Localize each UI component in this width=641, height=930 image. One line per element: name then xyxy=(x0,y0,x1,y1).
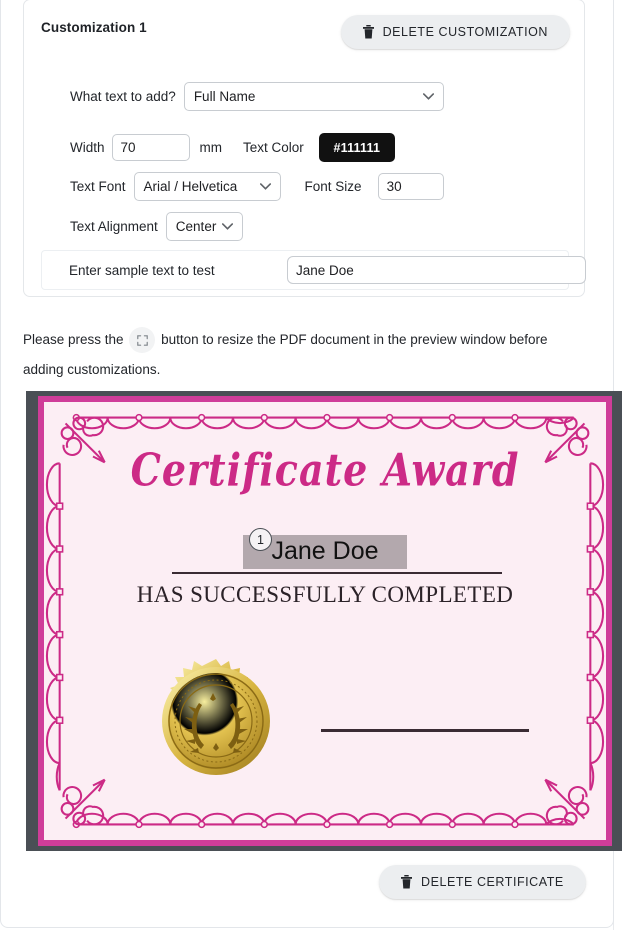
width-label: Width xyxy=(70,140,105,155)
delete-certificate-button[interactable]: DELETE CERTIFICATE xyxy=(379,865,586,899)
signature-rule xyxy=(321,729,529,732)
width-input[interactable] xyxy=(111,134,190,161)
text-alignment-value: Center xyxy=(175,219,217,234)
certificate-document: Certificate Award 1 Jane Doe HAS SUCCESS… xyxy=(38,396,612,846)
instruction-text: Please press the button to resize the PD… xyxy=(23,325,583,385)
width-unit-label: mm xyxy=(199,140,223,155)
gold-award-seal xyxy=(162,659,270,775)
trash-icon xyxy=(362,25,374,39)
font-size-input[interactable] xyxy=(377,173,444,200)
text-alignment-label: Text Alignment xyxy=(70,219,158,234)
font-size-row: Text Font Arial / Helvetica Font Size xyxy=(70,172,444,201)
sample-text-row: Enter sample text to test xyxy=(41,250,586,290)
what-text-row: What text to add? Full Name xyxy=(70,82,444,111)
chevron-down-icon xyxy=(259,182,271,190)
text-alignment-row: Text Alignment Center xyxy=(70,212,244,241)
sample-text-input[interactable] xyxy=(287,256,586,284)
customization-title: Customization 1 xyxy=(41,20,147,35)
instruction-before: Please press the xyxy=(23,332,124,347)
what-text-select[interactable]: Full Name xyxy=(183,82,444,111)
font-size-label: Font Size xyxy=(304,179,362,194)
trash-icon xyxy=(401,875,412,889)
width-color-row: Width mm Text Color #111111 xyxy=(70,133,395,162)
delete-customization-label: DELETE CUSTOMIZATION xyxy=(382,25,548,39)
certificate-title: Certificate Award xyxy=(130,442,520,497)
certificate-subtitle: HAS SUCCESSFULLY COMPLETED xyxy=(136,582,514,607)
text-alignment-select[interactable]: Center xyxy=(165,212,244,241)
chevron-down-icon xyxy=(422,92,434,100)
what-text-value: Full Name xyxy=(193,89,256,104)
chevron-down-icon xyxy=(222,222,234,230)
sample-text-label: Enter sample text to test xyxy=(69,262,215,278)
text-font-value: Arial / Helvetica xyxy=(143,179,238,194)
customization-card: Customization 1 DELETE CUSTOMIZATION Wha… xyxy=(23,0,586,297)
fullscreen-expand-icon[interactable] xyxy=(129,327,156,354)
certificate-editor-panel: Customization 1 DELETE CUSTOMIZATION Wha… xyxy=(0,0,622,928)
text-font-label: Text Font xyxy=(70,179,126,194)
text-color-label: Text Color xyxy=(243,140,304,155)
certificate-preview[interactable]: Certificate Award 1 Jane Doe HAS SUCCESS… xyxy=(26,391,622,851)
certificate-name-field[interactable]: Jane Doe xyxy=(44,535,606,569)
what-text-label: What text to add? xyxy=(70,89,176,104)
delete-customization-button[interactable]: DELETE CUSTOMIZATION xyxy=(340,15,570,49)
customization-marker-badge[interactable]: 1 xyxy=(249,528,272,551)
text-font-select[interactable]: Arial / Helvetica xyxy=(133,172,281,201)
text-color-value: #111111 xyxy=(333,140,381,155)
delete-certificate-label: DELETE CERTIFICATE xyxy=(421,875,564,889)
text-color-swatch[interactable]: #111111 xyxy=(318,133,395,162)
name-rule xyxy=(172,572,502,574)
